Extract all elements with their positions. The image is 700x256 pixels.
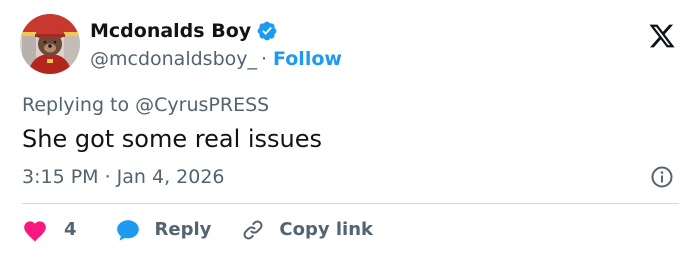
separator-dot: · [261, 48, 268, 70]
tweet-text: She got some real issues [22, 125, 323, 153]
like-button[interactable]: 4 [22, 217, 77, 243]
tweet-timestamp[interactable]: 3:15 PM · Jan 4, 2026 [22, 164, 225, 190]
tweet-embed: Mcdonalds Boy @mcdonaldsboy_ · Follow Re… [0, 0, 700, 256]
reply-button[interactable]: Reply [115, 217, 212, 243]
link-icon [243, 220, 263, 240]
verified-badge-icon [257, 21, 277, 41]
divider [22, 203, 679, 204]
heart-icon [24, 221, 46, 242]
follow-button[interactable]: Follow [273, 46, 342, 72]
speech-bubble-icon [116, 220, 139, 241]
bear-mascot-avatar [20, 14, 80, 74]
action-bar: 4 Reply Copy link [22, 216, 373, 244]
like-count: 4 [64, 219, 77, 240]
reply-label: Reply [154, 219, 212, 240]
copy-link-button[interactable]: Copy link [241, 217, 373, 243]
avatar[interactable] [20, 14, 80, 74]
author-handle[interactable]: @mcdonaldsboy_ [90, 46, 257, 72]
copy-link-label: Copy link [279, 219, 373, 240]
x-logo-icon[interactable] [648, 22, 676, 50]
author-display-name[interactable]: Mcdonalds Boy [90, 18, 251, 44]
replying-to-label[interactable]: Replying to @CyrusPRESS [22, 92, 269, 118]
author-name-row: Mcdonalds Boy [90, 18, 278, 44]
info-icon[interactable] [650, 165, 674, 189]
author-handle-row: @mcdonaldsboy_ · Follow [90, 46, 342, 72]
